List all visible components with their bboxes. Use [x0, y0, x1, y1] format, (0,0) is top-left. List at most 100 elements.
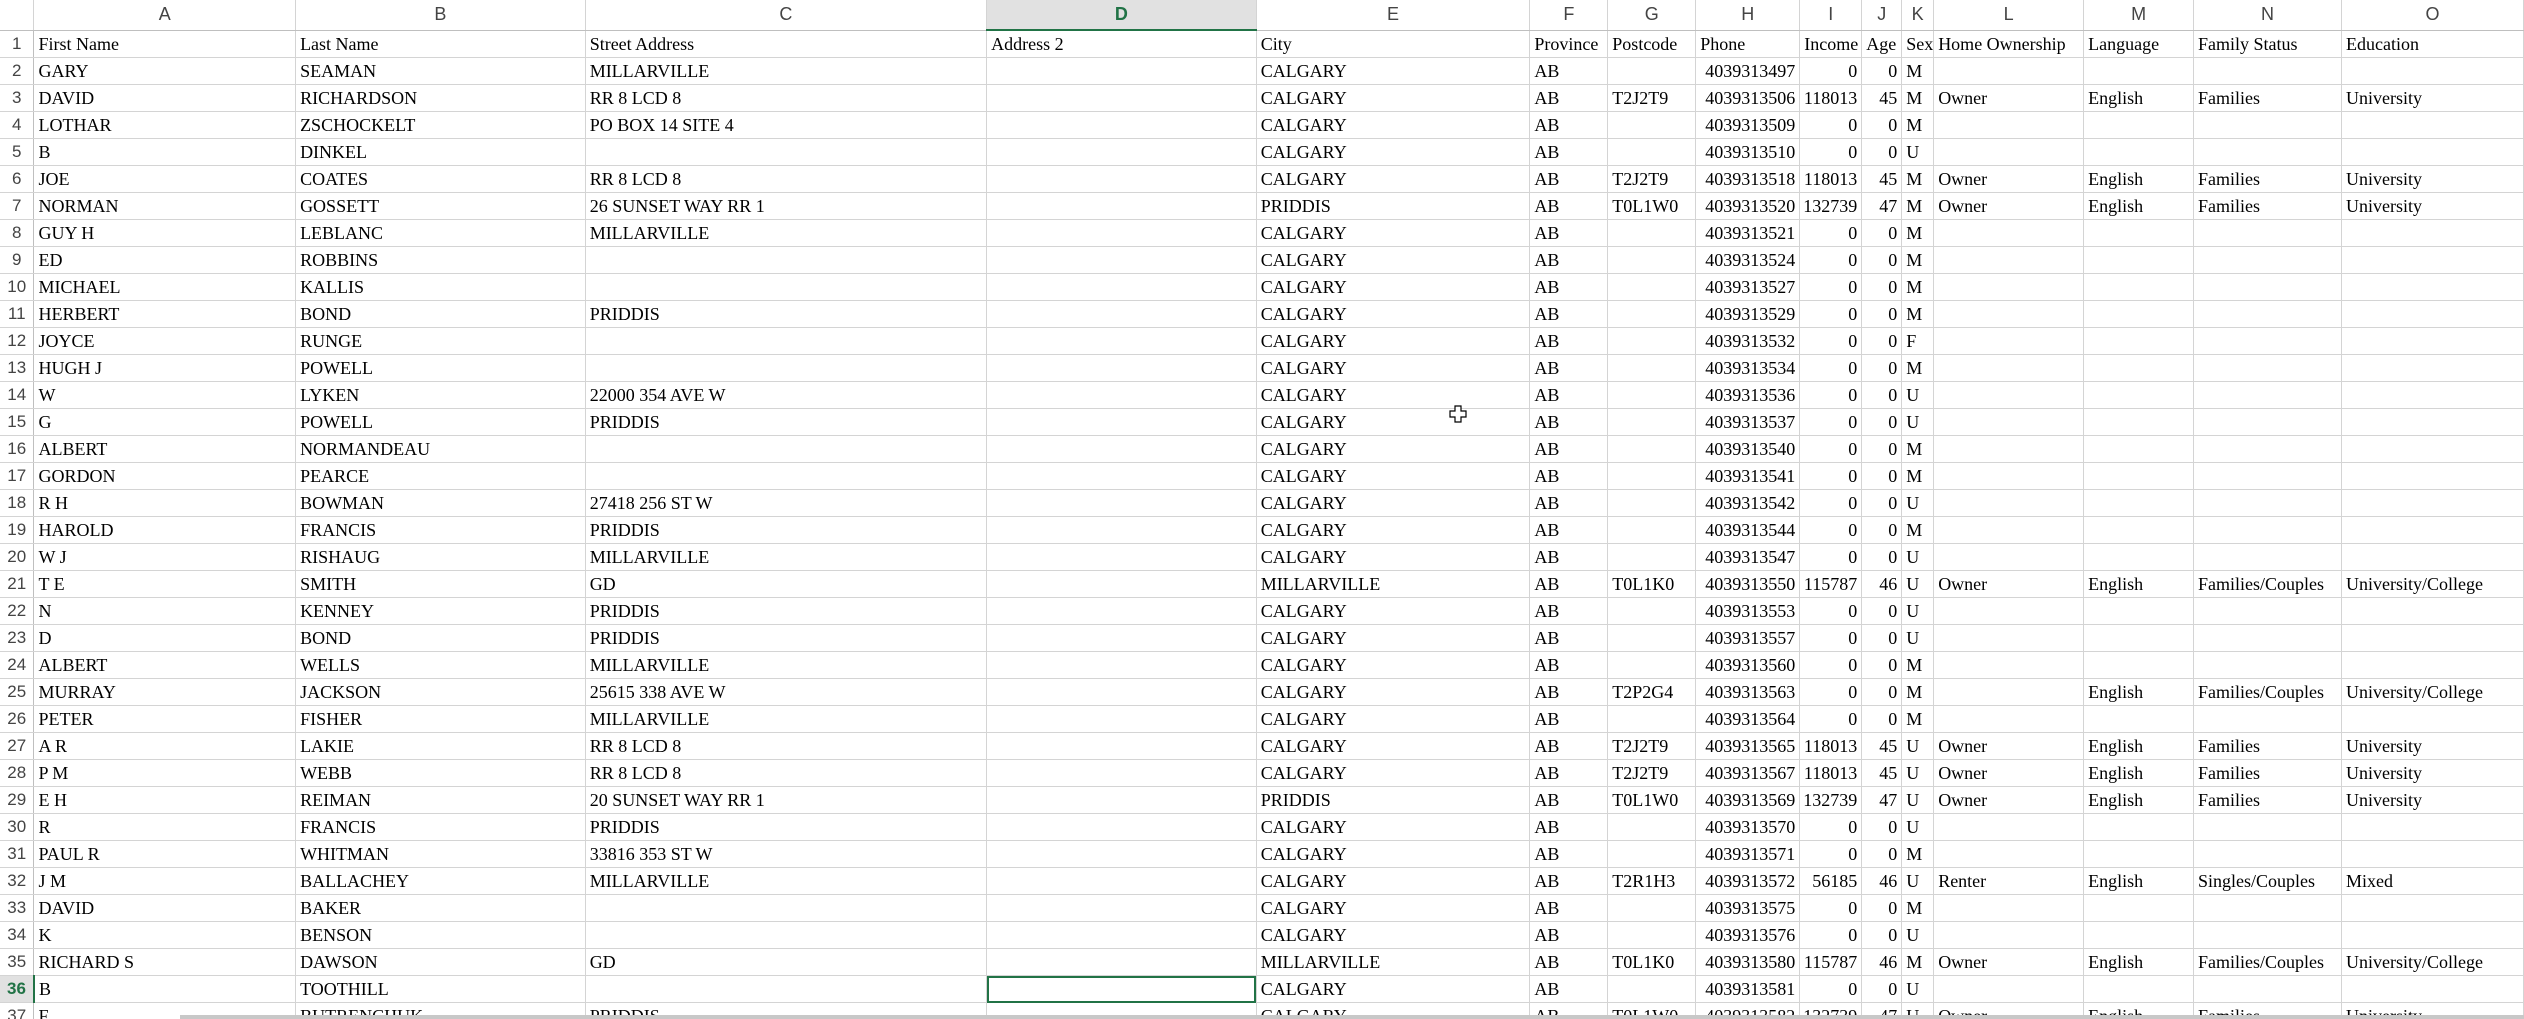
cell-H17[interactable]: 4039313541	[1695, 462, 1801, 490]
cell-F16[interactable]: AB	[1529, 435, 1609, 463]
cell-G16[interactable]	[1607, 435, 1697, 463]
cell-B34[interactable]: BENSON	[295, 921, 586, 949]
row-header[interactable]: 6	[0, 165, 35, 193]
cell-G24[interactable]	[1607, 651, 1697, 679]
cell-M18[interactable]	[2083, 489, 2195, 517]
cell-B17[interactable]: PEARCE	[295, 462, 586, 490]
cell-D28[interactable]	[986, 759, 1257, 787]
cell-D22[interactable]	[986, 597, 1257, 625]
cell-N17[interactable]	[2193, 462, 2342, 490]
cell-E19[interactable]: CALGARY	[1256, 516, 1531, 544]
cell-G12[interactable]	[1607, 327, 1697, 355]
cell-D26[interactable]	[986, 705, 1257, 733]
cell-D21[interactable]	[986, 570, 1257, 598]
cell-E28[interactable]: CALGARY	[1256, 759, 1531, 787]
cell-A4[interactable]: LOTHAR	[33, 111, 297, 139]
cell-K15[interactable]: U	[1901, 408, 1935, 436]
cell-C32[interactable]: MILLARVILLE	[585, 867, 988, 895]
cell-F6[interactable]: AB	[1529, 165, 1609, 193]
cell-N9[interactable]	[2193, 246, 2342, 274]
cell-E2[interactable]: CALGARY	[1256, 57, 1531, 85]
cell-M5[interactable]	[2083, 138, 2195, 166]
cell-G7[interactable]: T0L1W0	[1607, 192, 1697, 220]
cell-F14[interactable]: AB	[1529, 381, 1609, 409]
cell-G33[interactable]	[1607, 894, 1697, 922]
cell-C29[interactable]: 20 SUNSET WAY RR 1	[585, 786, 988, 814]
cell-O36[interactable]	[2341, 975, 2524, 1003]
cell-K6[interactable]: M	[1901, 165, 1935, 193]
cell-M16[interactable]	[2083, 435, 2195, 463]
cell-M6[interactable]: English	[2083, 165, 2195, 193]
cell-K11[interactable]: M	[1901, 300, 1935, 328]
cell-B15[interactable]: POWELL	[295, 408, 586, 436]
cell-K28[interactable]: U	[1901, 759, 1935, 787]
cell-J10[interactable]: 0	[1861, 273, 1903, 301]
cell-C33[interactable]	[585, 894, 988, 922]
cell-A33[interactable]: DAVID	[33, 894, 297, 922]
cell-G17[interactable]	[1607, 462, 1697, 490]
cell-A9[interactable]: ED	[33, 246, 297, 274]
cell-L32[interactable]: Renter	[1933, 867, 2085, 895]
cell-D33[interactable]	[986, 894, 1257, 922]
cell-G18[interactable]	[1607, 489, 1697, 517]
cell-C7[interactable]: 26 SUNSET WAY RR 1	[585, 192, 988, 220]
cell-A23[interactable]: D	[33, 624, 297, 652]
cell-L8[interactable]	[1933, 219, 2085, 247]
cell-M9[interactable]	[2083, 246, 2195, 274]
cell-B25[interactable]: JACKSON	[295, 678, 586, 706]
cell-F19[interactable]: AB	[1529, 516, 1609, 544]
cell-K30[interactable]: U	[1901, 813, 1935, 841]
cell-L9[interactable]	[1933, 246, 2085, 274]
cell-M29[interactable]: English	[2083, 786, 2195, 814]
row-header[interactable]: 21	[0, 570, 35, 598]
column-header-b[interactable]: B	[295, 0, 586, 31]
cell-J9[interactable]: 0	[1861, 246, 1903, 274]
cell-M21[interactable]: English	[2083, 570, 2195, 598]
cell-H16[interactable]: 4039313540	[1695, 435, 1801, 463]
cell-N21[interactable]: Families/Couples	[2193, 570, 2342, 598]
cell-F17[interactable]: AB	[1529, 462, 1609, 490]
cell-K19[interactable]: M	[1901, 516, 1935, 544]
cell-C20[interactable]: MILLARVILLE	[585, 543, 988, 571]
cell-J24[interactable]: 0	[1861, 651, 1903, 679]
cell-M19[interactable]	[2083, 516, 2195, 544]
cell-D1[interactable]: Address 2	[986, 30, 1257, 58]
cell-B36[interactable]: TOOTHILL	[295, 975, 586, 1003]
cell-I14[interactable]: 0	[1799, 381, 1863, 409]
cell-H6[interactable]: 4039313518	[1695, 165, 1801, 193]
cell-E17[interactable]: CALGARY	[1256, 462, 1531, 490]
cell-F20[interactable]: AB	[1529, 543, 1609, 571]
cell-D11[interactable]	[986, 300, 1257, 328]
cell-M3[interactable]: English	[2083, 84, 2195, 112]
cell-O17[interactable]	[2341, 462, 2524, 490]
cell-A26[interactable]: PETER	[33, 705, 297, 733]
cell-I13[interactable]: 0	[1799, 354, 1863, 382]
row-header[interactable]: 36	[0, 975, 35, 1003]
cell-A1[interactable]: First Name	[33, 30, 297, 58]
cell-L24[interactable]	[1933, 651, 2085, 679]
cell-I24[interactable]: 0	[1799, 651, 1863, 679]
cell-I20[interactable]: 0	[1799, 543, 1863, 571]
column-header-c[interactable]: C	[585, 0, 988, 31]
cell-C25[interactable]: 25615 338 AVE W	[585, 678, 988, 706]
row-header[interactable]: 18	[0, 489, 35, 517]
cell-C34[interactable]	[585, 921, 988, 949]
cell-O26[interactable]	[2341, 705, 2524, 733]
column-header-n[interactable]: N	[2193, 0, 2342, 31]
cell-L2[interactable]	[1933, 57, 2085, 85]
row-header[interactable]: 2	[0, 57, 35, 85]
cell-B3[interactable]: RICHARDSON	[295, 84, 586, 112]
cell-H36[interactable]: 4039313581	[1695, 975, 1801, 1003]
row-header[interactable]: 25	[0, 678, 35, 706]
cell-M11[interactable]	[2083, 300, 2195, 328]
cell-D23[interactable]	[986, 624, 1257, 652]
cell-J3[interactable]: 45	[1861, 84, 1903, 112]
cell-G21[interactable]: T0L1K0	[1607, 570, 1697, 598]
cell-G4[interactable]	[1607, 111, 1697, 139]
cell-O19[interactable]	[2341, 516, 2524, 544]
cell-I28[interactable]: 118013	[1799, 759, 1863, 787]
cell-J21[interactable]: 46	[1861, 570, 1903, 598]
cell-K22[interactable]: U	[1901, 597, 1935, 625]
cell-H8[interactable]: 4039313521	[1695, 219, 1801, 247]
row-header[interactable]: 5	[0, 138, 35, 166]
